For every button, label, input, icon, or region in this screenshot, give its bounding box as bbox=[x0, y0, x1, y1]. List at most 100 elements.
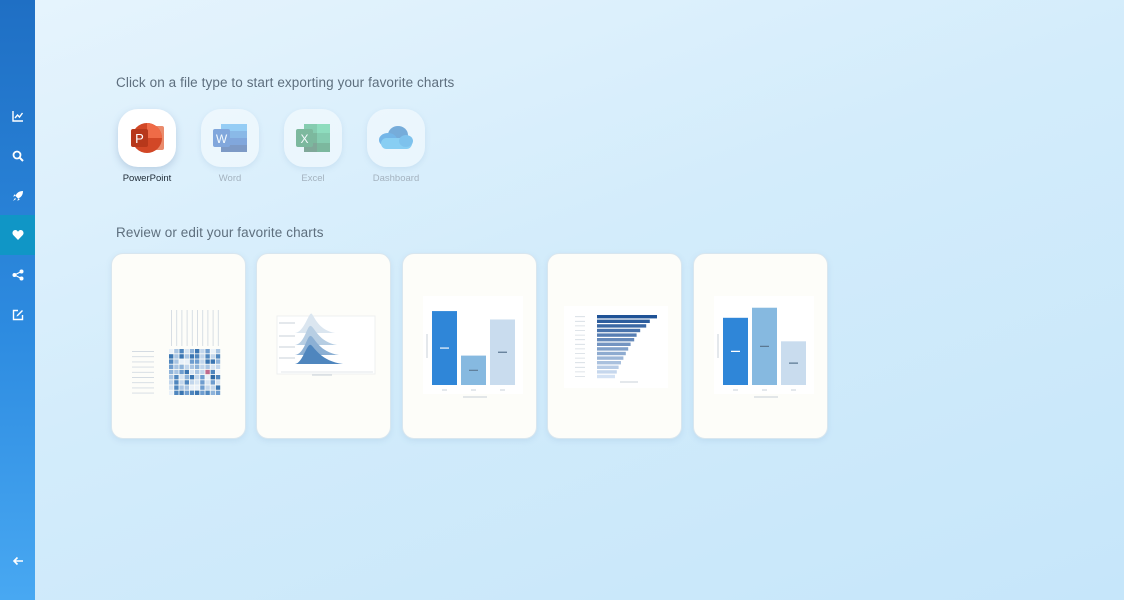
export-powerpoint-button[interactable]: P PowerPoint bbox=[116, 109, 178, 184]
heatmap-cell bbox=[184, 380, 189, 385]
heatmap-cell bbox=[215, 354, 221, 359]
heatmap-thumbnail bbox=[132, 310, 221, 395]
heatmap-cell bbox=[200, 349, 205, 354]
heatmap-cell bbox=[210, 354, 215, 359]
svg-text:X: X bbox=[300, 132, 308, 146]
heatmap-cell bbox=[174, 375, 179, 380]
heatmap-cell bbox=[195, 380, 200, 385]
sidebar-item-charts[interactable] bbox=[0, 96, 35, 136]
heatmap-cell bbox=[195, 349, 200, 354]
heatmap-cell bbox=[205, 380, 210, 385]
favorite-chart-bar-2[interactable] bbox=[693, 253, 828, 439]
sidebar-item-launch[interactable] bbox=[0, 176, 35, 216]
arrow-left-icon bbox=[12, 556, 23, 566]
heatmap-cell bbox=[179, 380, 184, 385]
heatmap-cell bbox=[189, 369, 195, 375]
favorite-chart-hbar[interactable] bbox=[547, 253, 682, 439]
heatmap-cell bbox=[179, 369, 184, 375]
heatmap-cell bbox=[189, 364, 195, 369]
heatmap-cell bbox=[210, 364, 215, 369]
heatmap-cell bbox=[215, 349, 221, 354]
heatmap-cell bbox=[169, 380, 174, 385]
sidebar-item-favorites[interactable] bbox=[0, 215, 35, 255]
export-powerpoint-label: PowerPoint bbox=[122, 173, 172, 184]
hbar-bar-4 bbox=[597, 328, 641, 333]
heatmap-cell bbox=[215, 380, 221, 385]
heatmap-cell bbox=[189, 349, 195, 354]
hbar-bar-13 bbox=[597, 370, 617, 374]
favorite-chart-ridgeline[interactable] bbox=[256, 253, 391, 439]
heatmap-cell bbox=[215, 369, 221, 375]
sidebar bbox=[0, 0, 35, 600]
favorite-chart-heatmap[interactable] bbox=[111, 253, 246, 439]
heatmap-cell bbox=[169, 354, 174, 359]
search-icon bbox=[12, 150, 24, 162]
export-excel-label: Excel bbox=[301, 173, 325, 184]
heatmap-cell bbox=[189, 375, 195, 380]
line-chart-icon bbox=[11, 111, 23, 122]
heatmap-cell bbox=[174, 354, 179, 359]
heatmap-cell bbox=[210, 390, 215, 395]
favorite-chart-bar-1[interactable] bbox=[402, 253, 537, 439]
heatmap-cell bbox=[169, 385, 174, 390]
export-word-button[interactable]: W Word bbox=[199, 109, 261, 184]
heatmap-cell bbox=[205, 349, 210, 354]
heatmap-cell bbox=[210, 380, 215, 385]
rocket-icon bbox=[12, 191, 23, 201]
heatmap-cell bbox=[184, 375, 189, 380]
heatmap-cell bbox=[169, 375, 174, 380]
heatmap-cell bbox=[184, 390, 189, 395]
heatmap-cell bbox=[179, 375, 184, 380]
heatmap-cell bbox=[195, 375, 200, 380]
heatmap-cell bbox=[200, 375, 205, 380]
heatmap-cell bbox=[174, 359, 179, 364]
heatmap-cell bbox=[210, 369, 215, 375]
heatmap-cell bbox=[200, 354, 205, 359]
heatmap-cell bbox=[200, 364, 205, 369]
heatmap-cell bbox=[195, 364, 200, 369]
heatmap-cell bbox=[210, 385, 215, 390]
heatmap-cell bbox=[184, 359, 189, 364]
heatmap-cell bbox=[195, 385, 200, 390]
heatmap-cell bbox=[169, 359, 174, 364]
ridgeline-thumbnail bbox=[276, 313, 376, 376]
heatmap-cell bbox=[205, 375, 210, 380]
powerpoint-icon: P bbox=[131, 123, 164, 153]
heatmap-cell bbox=[205, 385, 210, 390]
word-icon: W bbox=[213, 124, 247, 152]
heatmap-cell bbox=[174, 380, 179, 385]
heatmap-cell bbox=[205, 359, 210, 364]
heatmap-cell bbox=[195, 390, 200, 395]
hbar-bar-14 bbox=[597, 374, 615, 379]
heatmap-cell bbox=[179, 390, 184, 395]
export-dashboard-button[interactable]: Dashboard bbox=[365, 109, 427, 184]
heatmap-cell bbox=[174, 364, 179, 369]
heatmap-cell bbox=[189, 385, 195, 390]
hbar-bar-6 bbox=[597, 338, 635, 342]
svg-text:P: P bbox=[135, 131, 144, 146]
heatmap-cell bbox=[210, 359, 215, 364]
heatmap-cell bbox=[169, 390, 174, 395]
heatmap-cell bbox=[179, 349, 184, 354]
heatmap-cell bbox=[205, 364, 210, 369]
heatmap-cell bbox=[174, 385, 179, 390]
heatmap-cell bbox=[200, 385, 205, 390]
hbar-bar-8 bbox=[597, 347, 629, 351]
heatmap-cell bbox=[184, 349, 189, 354]
edit-icon bbox=[12, 309, 23, 321]
sidebar-item-search[interactable] bbox=[0, 136, 35, 176]
export-excel-button[interactable]: X Excel bbox=[282, 109, 344, 184]
sidebar-back[interactable] bbox=[0, 541, 35, 581]
svg-text:W: W bbox=[216, 132, 228, 146]
hbar-bar-10 bbox=[597, 356, 624, 360]
heatmap-cell bbox=[179, 385, 184, 390]
heatmap-cell bbox=[169, 349, 174, 354]
favorites-heading: Review or edit your favorite charts bbox=[116, 225, 324, 240]
bar-chart-thumbnail-2 bbox=[714, 296, 814, 398]
hbar-bar-9 bbox=[597, 351, 626, 356]
heart-icon bbox=[11, 230, 24, 240]
hbar-bar-12 bbox=[597, 365, 619, 369]
sidebar-item-share[interactable] bbox=[0, 255, 35, 295]
heatmap-cell bbox=[174, 349, 179, 354]
sidebar-item-edit[interactable] bbox=[0, 295, 35, 335]
